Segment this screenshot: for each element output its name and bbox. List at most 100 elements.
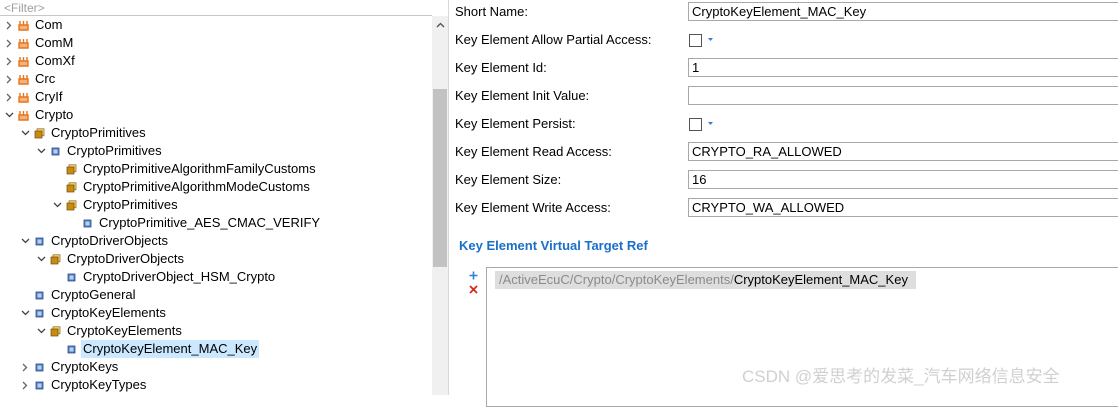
element-id-label: Key Element Id: xyxy=(455,60,547,75)
container-list-icon xyxy=(66,163,77,175)
allow-partial-access-label: Key Element Allow Partial Access: xyxy=(455,32,652,47)
container-icon xyxy=(34,380,45,391)
write-access-field[interactable]: CRYPTO_WA_ALLOWED xyxy=(688,198,1118,217)
container-icon xyxy=(34,290,45,301)
tree-item-label: CryptoKeyElements xyxy=(51,305,166,320)
tree-scrollbar[interactable] xyxy=(432,16,448,395)
collapse-chevron-icon[interactable] xyxy=(3,16,15,34)
collapse-chevron-icon[interactable] xyxy=(3,88,15,106)
tree-item-label: CryIf xyxy=(35,89,63,104)
tree-item-label: CryptoGeneral xyxy=(51,287,136,302)
collapse-chevron-icon[interactable] xyxy=(3,52,15,70)
tree-item[interactable]: CryptoPrimitive_AES_CMAC_VERIFY xyxy=(67,214,322,232)
module-icon xyxy=(18,110,29,121)
ref-path-leaf: CryptoKeyElement_MAC_Key xyxy=(733,272,908,287)
tree-item-label: CryptoPrimitives xyxy=(51,125,146,140)
tree-item-label: ComXf xyxy=(35,53,75,68)
ref-path-prefix: /ActiveEcuC/Crypto/CryptoKeyElements/ xyxy=(499,272,734,287)
element-id-field[interactable]: 1 xyxy=(688,58,1118,77)
tree-item-label: CryptoPrimitive_AES_CMAC_VERIFY xyxy=(99,215,321,230)
tree-item[interactable]: CryptoPrimitives xyxy=(51,196,180,214)
expand-chevron-icon[interactable] xyxy=(3,106,15,124)
collapse-chevron-icon[interactable] xyxy=(19,358,31,376)
tree-item[interactable]: CryptoPrimitives xyxy=(35,142,164,160)
tree-item[interactable]: CryptoKeyTypes xyxy=(19,376,148,394)
tree-item[interactable]: CryptoPrimitiveAlgorithmModeCustoms xyxy=(51,178,312,196)
tree-item[interactable]: CryptoPrimitives xyxy=(19,124,148,142)
tree-item-label: CryptoKeyElements xyxy=(67,323,182,338)
module-icon xyxy=(18,74,29,85)
tree-item-label: CryptoPrimitives xyxy=(83,197,178,212)
tree-item[interactable]: CryptoDriverObjects xyxy=(19,232,170,250)
write-access-label: Key Element Write Access: xyxy=(455,200,611,215)
tree-item[interactable]: CryIf xyxy=(3,88,64,106)
tree-item[interactable]: CryptoPrimitiveAlgorithmFamilyCustoms xyxy=(51,160,318,178)
tree-item-label: CryptoKeyElement_MAC_Key xyxy=(81,340,260,358)
tree-item[interactable]: ComM xyxy=(3,34,75,52)
container-icon xyxy=(34,308,45,319)
init-value-label: Key Element Init Value: xyxy=(455,88,590,103)
container-icon xyxy=(82,218,93,229)
filter-input[interactable] xyxy=(0,0,432,16)
scroll-up-arrow-icon[interactable] xyxy=(432,16,448,34)
expand-chevron-icon[interactable] xyxy=(19,304,31,322)
tree-item-label: Crypto xyxy=(35,107,74,122)
virtual-target-ref-section-title: Key Element Virtual Target Ref xyxy=(459,238,648,253)
tree-pane: Com ComM ComXf Crc CryIf Crypto CryptoPrimitiv… xyxy=(0,0,448,395)
tree-item[interactable]: Crypto xyxy=(3,106,75,124)
tree-item[interactable]: CryptoKeyElements xyxy=(19,304,168,322)
tree-item-label: CryptoPrimitives xyxy=(67,143,162,158)
tree-item[interactable]: CryptoDriverObjects xyxy=(35,250,186,268)
container-icon xyxy=(34,236,45,247)
virtual-target-ref-item[interactable]: /ActiveEcuC/Crypto/CryptoKeyElements/Cry… xyxy=(495,271,916,289)
collapse-chevron-icon[interactable] xyxy=(19,376,31,394)
container-list-icon xyxy=(34,127,45,139)
size-field[interactable]: 16 xyxy=(688,170,1118,189)
container-list-icon xyxy=(66,199,77,211)
expand-chevron-icon[interactable] xyxy=(35,250,47,268)
tree-item[interactable]: CryptoKeyElements xyxy=(35,322,184,340)
scroll-thumb[interactable] xyxy=(433,89,447,267)
size-label: Key Element Size: xyxy=(455,172,562,187)
tree-item-label: CryptoKeyTypes xyxy=(51,377,147,392)
short-name-field[interactable]: CryptoKeyElement_MAC_Key xyxy=(688,2,1118,21)
container-icon xyxy=(50,146,61,157)
read-access-field[interactable]: CRYPTO_RA_ALLOWED xyxy=(688,142,1118,161)
expand-chevron-icon[interactable] xyxy=(19,124,31,142)
persist-checkbox[interactable] xyxy=(689,118,702,131)
expand-chevron-icon[interactable] xyxy=(35,322,47,340)
allow-partial-access-dropdown-icon[interactable] xyxy=(707,37,714,42)
init-value-field[interactable] xyxy=(688,86,1118,105)
expand-chevron-icon[interactable] xyxy=(35,142,47,160)
tree-item-label: Com xyxy=(35,17,63,32)
tree-item-label: CryptoDriverObjects xyxy=(67,251,185,266)
tree-item-label: Crc xyxy=(35,71,56,86)
container-list-icon xyxy=(50,253,61,265)
read-access-label: Key Element Read Access: xyxy=(455,144,612,159)
allow-partial-access-checkbox[interactable] xyxy=(689,34,702,47)
short-name-label: Short Name: xyxy=(455,4,528,19)
collapse-chevron-icon[interactable] xyxy=(3,70,15,88)
tree-item[interactable]: CryptoKeyElement_MAC_Key xyxy=(51,340,260,358)
tree-item[interactable]: CryptoGeneral xyxy=(19,286,138,304)
container-icon xyxy=(66,272,77,283)
persist-label: Key Element Persist: xyxy=(455,116,576,131)
remove-reference-icon[interactable] xyxy=(469,285,478,294)
tree-item[interactable]: CryptoKeys xyxy=(19,358,120,376)
container-icon xyxy=(34,362,45,373)
persist-dropdown-icon[interactable] xyxy=(707,121,714,126)
tree-item-label: ComM xyxy=(35,35,74,50)
expand-chevron-icon[interactable] xyxy=(19,232,31,250)
tree-item[interactable]: Crc xyxy=(3,70,57,88)
pane-divider[interactable] xyxy=(448,0,449,395)
expand-chevron-icon[interactable] xyxy=(51,196,63,214)
tree-item[interactable]: ComXf xyxy=(3,52,77,70)
tree-item[interactable]: CryptoDriverObject_HSM_Crypto xyxy=(51,268,277,286)
collapse-chevron-icon[interactable] xyxy=(3,34,15,52)
module-icon xyxy=(18,92,29,103)
tree-item[interactable]: Com xyxy=(3,16,64,34)
add-reference-icon[interactable] xyxy=(469,271,478,280)
container-icon xyxy=(66,344,77,355)
